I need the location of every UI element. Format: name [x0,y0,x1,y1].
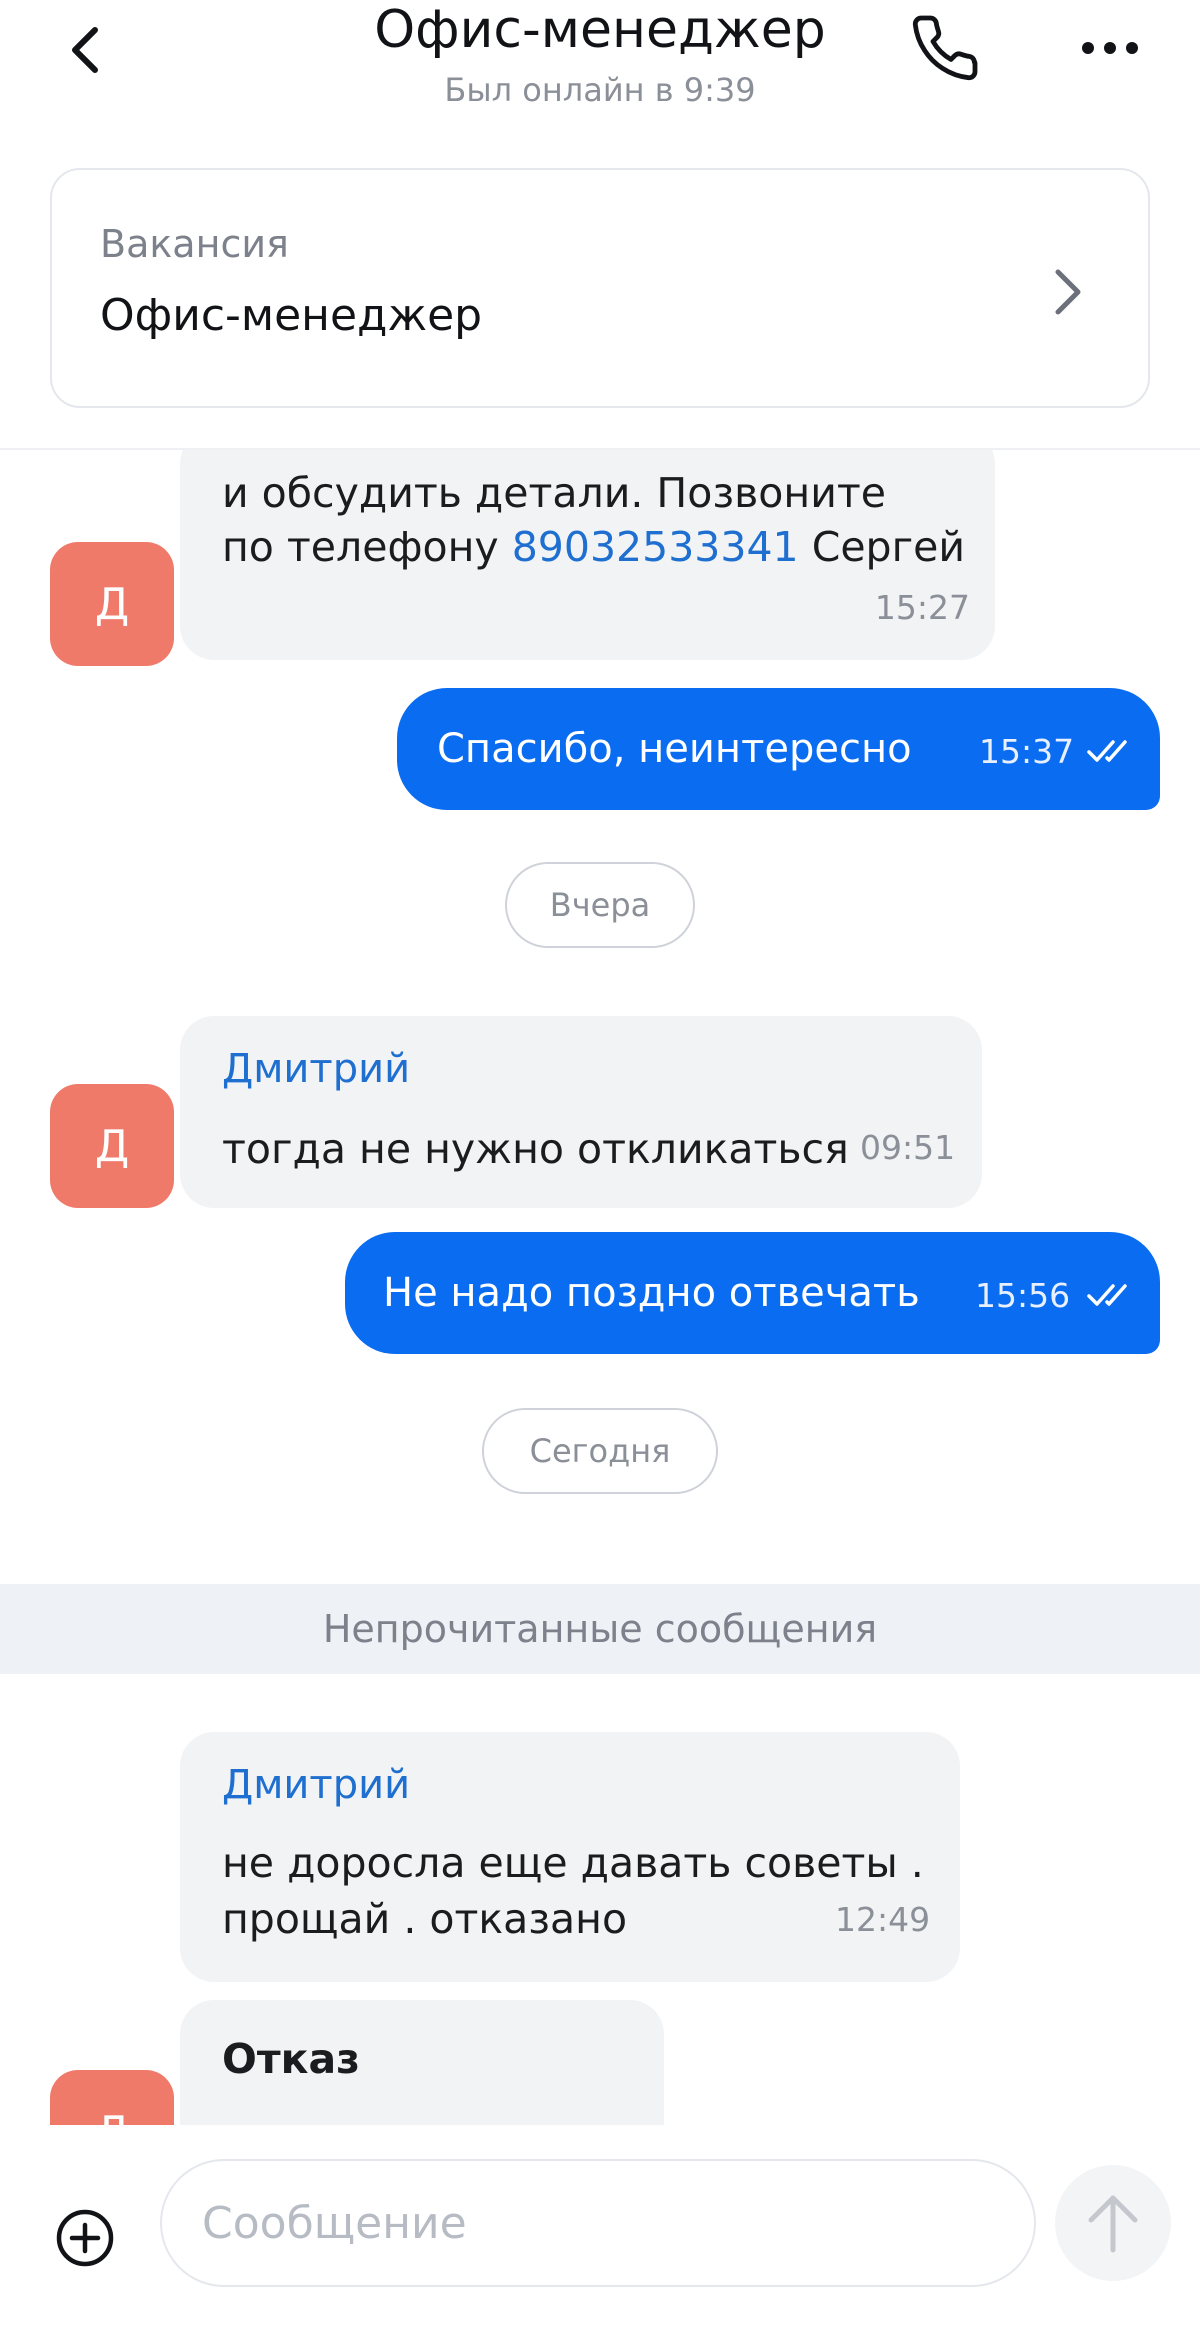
date-separator: Вчера [505,862,695,948]
outgoing-message[interactable]: Не надо поздно отвечать 15:56 [345,1232,1160,1354]
read-checkmarks-icon [1087,1284,1127,1306]
sender-name: Дмитрий [222,1762,411,1808]
message-text-line: не доросла еще давать советы . [222,1839,924,1887]
message-time: 15:56 [975,1276,1071,1315]
date-separator: Сегодня [482,1408,718,1494]
message-text-line: и обсудить детали. Позвоните [222,469,886,517]
message-text-line: по телефону 89032533341 Сергей [222,523,965,571]
message-title: Отказ [222,2035,360,2083]
plus-circle-icon [56,2209,114,2267]
avatar[interactable]: Д [50,542,174,666]
arrow-up-icon [1088,2195,1138,2253]
chat-header: Офис-менеджер Был онлайн в 9:39 [0,0,1200,150]
unread-messages-divider: Непрочитанные сообщения [0,1584,1200,1674]
message-text: тогда не нужно откликаться [222,1125,849,1173]
message-time: 12:49 [835,1900,931,1939]
message-time: 15:37 [979,732,1075,771]
read-checkmarks-icon [1087,740,1127,762]
message-time: 09:51 [860,1128,956,1167]
message-time: 15:27 [874,588,970,627]
attach-button[interactable] [50,2203,120,2273]
online-status: Был онлайн в 9:39 [444,71,756,109]
more-button[interactable] [1075,20,1145,76]
incoming-message[interactable]: и обсудить детали. Позвоните по телефону… [180,450,995,660]
outgoing-message[interactable]: Спасибо, неинтересно 15:37 [397,688,1160,810]
vacancy-name: Офис-менеджер [100,290,483,341]
message-text: Не надо поздно отвечать [383,1270,920,1316]
message-text: Спасибо, неинтересно [437,726,912,772]
message-list[interactable]: и обсудить детали. Позвоните по телефону… [0,450,1200,2125]
chat-title: Офис-менеджер [374,0,826,60]
send-button[interactable] [1055,2165,1171,2281]
message-text-line: прощай . отказано [222,1895,628,1943]
vacancy-label: Вакансия [100,222,289,266]
phone-icon [912,15,978,81]
phone-link[interactable]: 89032533341 [512,523,799,571]
message-composer [0,2125,1200,2334]
chevron-right-icon [1055,269,1081,315]
avatar[interactable]: Д [50,1084,174,1208]
incoming-message[interactable]: Дмитрий не доросла еще давать советы . п… [180,1732,960,1982]
incoming-message[interactable]: Отказ [180,2000,664,2125]
sender-name: Дмитрий [222,1046,411,1092]
incoming-message[interactable]: Дмитрий тогда не нужно откликаться 09:51 [180,1016,982,1208]
vacancy-card[interactable]: Вакансия Офис-менеджер [50,168,1150,408]
more-dots-icon [1082,42,1138,54]
message-input[interactable] [160,2159,1036,2287]
call-button[interactable] [905,8,985,88]
avatar[interactable]: Д [50,2070,174,2125]
